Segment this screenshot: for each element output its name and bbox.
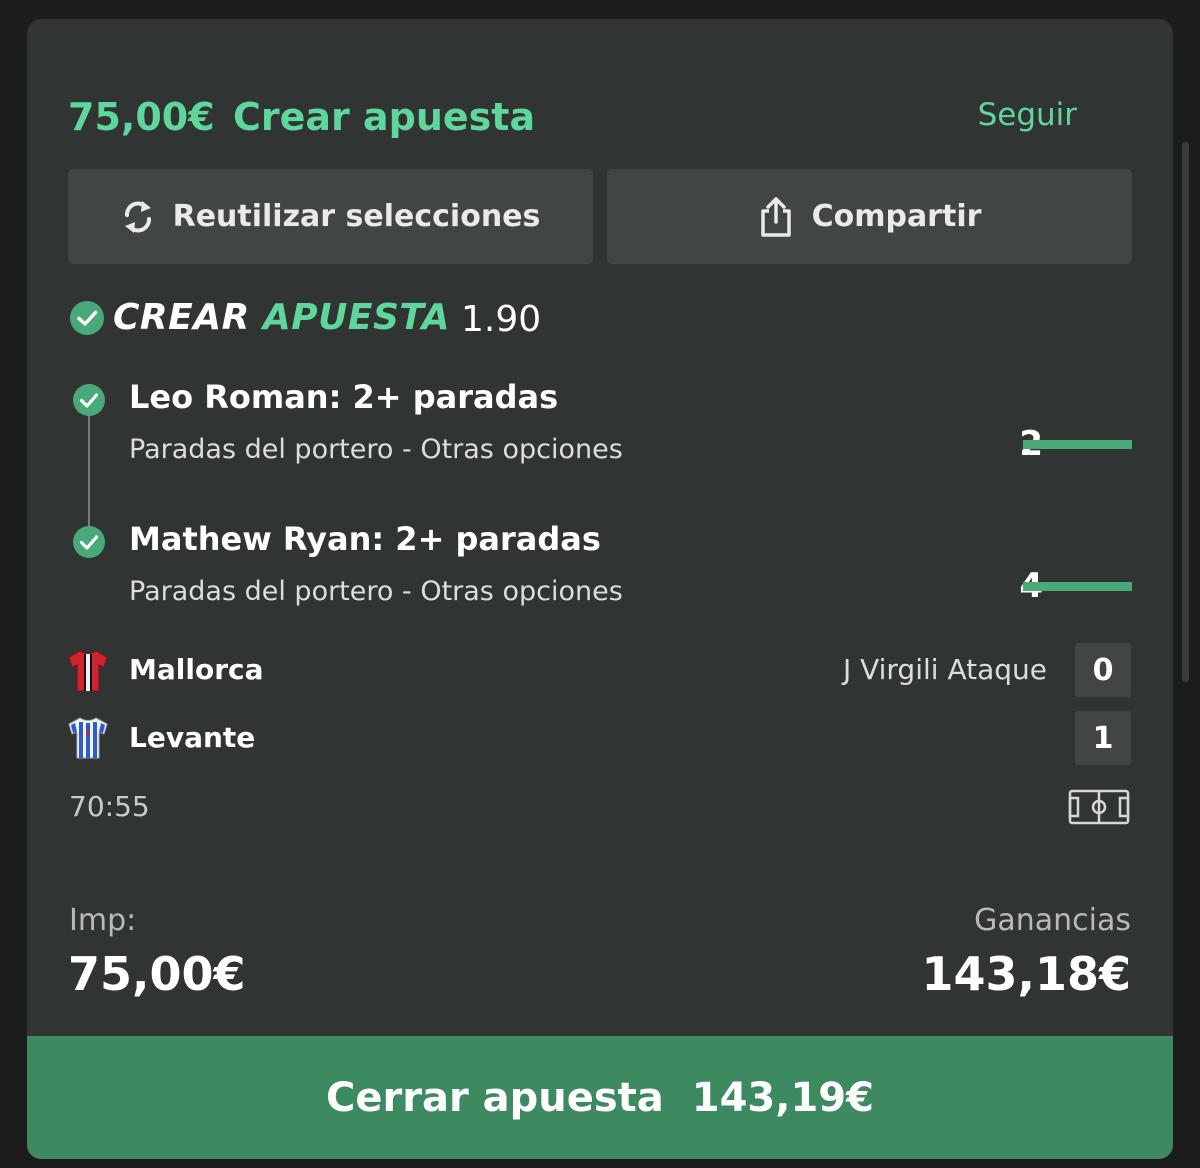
selection-progress-bar [1023,440,1132,449]
refresh-icon [124,200,151,233]
selection-progress-fill [1023,440,1132,449]
share-icon [760,196,791,237]
bet-card: 75,00€ Crear apuesta Seguir Reutilizar s… [27,19,1173,1159]
scrollbar[interactable] [1182,142,1189,682]
selection-progress-fill [1023,582,1132,591]
returns-label: Ganancias [974,903,1131,938]
stake-value: 75,00€ [68,947,246,1001]
bet-type-title: Crear apuesta [233,95,536,139]
cash-out-label: Cerrar apuesta [326,1074,664,1121]
reuse-selections-button[interactable]: Reutilizar selecciones [68,169,593,264]
returns-value: 143,18€ [921,947,1131,1001]
away-score: 1 [1075,711,1131,765]
bet-builder-label-part2: APUESTA [262,297,450,338]
share-button[interactable]: Compartir [607,169,1132,264]
mallorca-shirt-icon [68,650,108,692]
cash-out-value: 143,19€ [691,1074,874,1121]
home-score: 0 [1075,643,1131,697]
bet-builder-label-part1: CREAR [113,297,250,338]
pitch-icon[interactable] [1068,789,1130,825]
selection-connector [88,411,90,541]
check-circle-icon [73,526,105,558]
home-team-name: Mallorca [129,653,264,686]
follow-link[interactable]: Seguir [978,95,1077,135]
cash-out-button[interactable]: Cerrar apuesta 143,19€ [27,1036,1173,1159]
levante-shirt-icon [68,717,108,759]
reuse-selections-label: Reutilizar selecciones [172,199,541,234]
share-label: Compartir [811,199,982,234]
check-circle-icon [70,301,104,335]
match-incident: J Virgili Ataque [842,653,1047,686]
selection-market: Paradas del portero - Otras opciones [129,576,623,607]
stake-label: Imp: [69,903,137,938]
away-team-name: Levante [129,721,256,754]
bet-amount: 75,00€ [68,95,215,139]
selection-title: Mathew Ryan: 2+ paradas [129,520,601,558]
selection-market: Paradas del portero - Otras opciones [129,434,623,465]
selection-progress-bar [1023,582,1132,591]
bet-odds: 1.90 [461,299,542,340]
match-clock: 70:55 [69,790,150,823]
check-circle-icon [73,384,105,416]
bet-builder-label: CREAR APUESTA [113,295,450,341]
selection-title: Leo Roman: 2+ paradas [129,378,559,416]
